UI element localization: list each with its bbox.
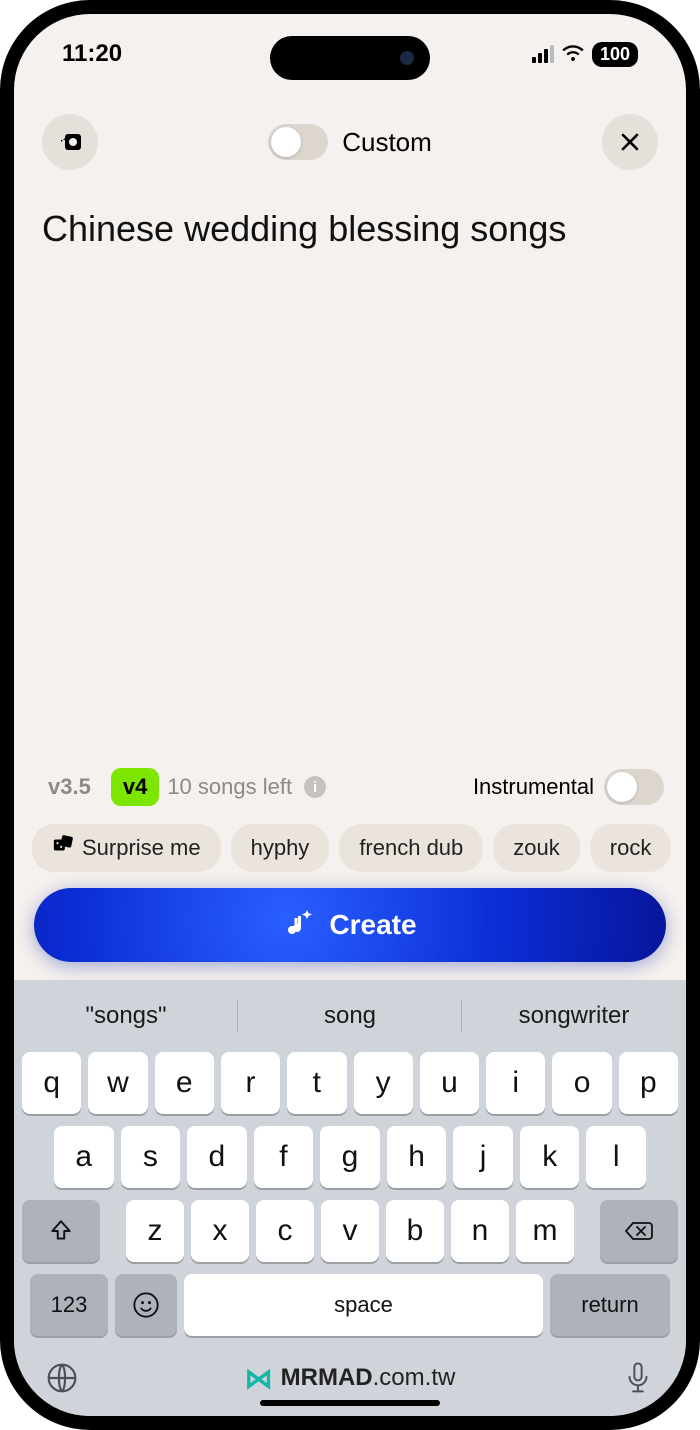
suggestion-2[interactable]: song xyxy=(238,986,462,1046)
options-left: v3.5 v4 10 songs left i xyxy=(36,768,326,806)
create-label: Create xyxy=(329,909,416,941)
key-g[interactable]: g xyxy=(320,1126,380,1188)
key-i[interactable]: i xyxy=(486,1052,545,1114)
custom-toggle[interactable] xyxy=(268,124,328,160)
prompt-area[interactable]: Chinese wedding blessing songs xyxy=(14,190,686,269)
key-o[interactable]: o xyxy=(552,1052,611,1114)
mic-icon[interactable] xyxy=(620,1360,656,1396)
suggestion-3[interactable]: songwriter xyxy=(462,986,686,1046)
custom-toggle-group: Custom xyxy=(268,124,432,160)
watermark-icon: ⋈ xyxy=(245,1362,273,1395)
key-x[interactable]: x xyxy=(191,1200,249,1262)
chip-french-dub[interactable]: french dub xyxy=(339,824,483,872)
songs-left-label: 10 songs left xyxy=(167,774,292,800)
key-p[interactable]: p xyxy=(619,1052,678,1114)
home-indicator xyxy=(260,1400,440,1406)
key-h[interactable]: h xyxy=(387,1126,447,1188)
key-row-2: a s d f g h j k l xyxy=(22,1126,678,1188)
options-row: v3.5 v4 10 songs left i Instrumental xyxy=(14,768,686,818)
key-return[interactable]: return xyxy=(550,1274,670,1336)
chip-label: rock xyxy=(610,835,652,861)
key-v[interactable]: v xyxy=(321,1200,379,1262)
key-t[interactable]: t xyxy=(287,1052,346,1114)
key-row-3: z x c v b n m xyxy=(22,1200,678,1262)
key-d[interactable]: d xyxy=(187,1126,247,1188)
watermark: ⋈ MRMAD.com.tw xyxy=(245,1362,456,1395)
key-a[interactable]: a xyxy=(54,1126,114,1188)
style-chips-row: Surprise me hyphy french dub zouk rock xyxy=(14,818,686,888)
info-icon[interactable]: i xyxy=(304,776,326,798)
key-u[interactable]: u xyxy=(420,1052,479,1114)
instrumental-label: Instrumental xyxy=(473,774,594,800)
key-backspace[interactable] xyxy=(600,1200,678,1262)
signal-icon xyxy=(532,45,554,63)
dynamic-island xyxy=(270,36,430,80)
chip-label: Surprise me xyxy=(82,835,201,861)
key-q[interactable]: q xyxy=(22,1052,81,1114)
key-row-1: q w e r t y u i o p xyxy=(22,1052,678,1114)
key-b[interactable]: b xyxy=(386,1200,444,1262)
keyboard: "songs" song songwriter q w e r t y u i … xyxy=(14,980,686,1416)
key-f[interactable]: f xyxy=(254,1126,314,1188)
music-sparkle-icon xyxy=(283,906,315,945)
version-v35[interactable]: v3.5 xyxy=(36,768,103,806)
create-wrap: Create xyxy=(14,888,686,980)
chip-zouk[interactable]: zouk xyxy=(493,824,579,872)
phone-frame: 11:20 100 Custom xyxy=(0,0,700,1430)
key-s[interactable]: s xyxy=(121,1126,181,1188)
chip-label: french dub xyxy=(359,835,463,861)
globe-icon[interactable] xyxy=(44,1360,80,1396)
key-emoji[interactable] xyxy=(115,1274,177,1336)
key-m[interactable]: m xyxy=(516,1200,574,1262)
battery-badge: 100 xyxy=(592,42,638,67)
close-button[interactable] xyxy=(602,114,658,170)
watermark-brand: MRMAD xyxy=(281,1364,373,1391)
prompt-text: Chinese wedding blessing songs xyxy=(42,206,658,253)
key-y[interactable]: y xyxy=(354,1052,413,1114)
key-c[interactable]: c xyxy=(256,1200,314,1262)
key-e[interactable]: e xyxy=(155,1052,214,1114)
key-shift[interactable] xyxy=(22,1200,100,1262)
key-l[interactable]: l xyxy=(586,1126,646,1188)
spacer xyxy=(14,269,686,768)
suggestion-bar: "songs" song songwriter xyxy=(14,986,686,1046)
screen: 11:20 100 Custom xyxy=(14,14,686,1416)
status-time: 11:20 xyxy=(62,40,122,68)
chip-rock[interactable]: rock xyxy=(590,824,672,872)
dice-icon xyxy=(52,834,74,862)
key-123[interactable]: 123 xyxy=(30,1274,108,1336)
suggestion-1[interactable]: "songs" xyxy=(14,986,238,1046)
chip-hyphy[interactable]: hyphy xyxy=(231,824,330,872)
wifi-icon xyxy=(562,40,584,68)
keyboard-footer: ⋈ MRMAD.com.tw xyxy=(14,1354,686,1416)
key-z[interactable]: z xyxy=(126,1200,184,1262)
key-k[interactable]: k xyxy=(520,1126,580,1188)
camera-back-button[interactable] xyxy=(42,114,98,170)
create-button[interactable]: Create xyxy=(34,888,666,962)
key-rows: q w e r t y u i o p a s d f g h xyxy=(14,1046,686,1354)
watermark-tld: .com.tw xyxy=(373,1364,456,1391)
key-space[interactable]: space xyxy=(184,1274,543,1336)
key-w[interactable]: w xyxy=(88,1052,147,1114)
status-right: 100 xyxy=(532,40,638,68)
key-n[interactable]: n xyxy=(451,1200,509,1262)
key-r[interactable]: r xyxy=(221,1052,280,1114)
chip-label: zouk xyxy=(513,835,559,861)
version-v4[interactable]: v4 xyxy=(111,768,159,806)
instrumental-toggle[interactable] xyxy=(604,769,664,805)
chip-surprise-me[interactable]: Surprise me xyxy=(32,824,221,872)
key-row-bottom: 123 space return xyxy=(22,1274,678,1346)
key-j[interactable]: j xyxy=(453,1126,513,1188)
options-right: Instrumental xyxy=(473,769,664,805)
chip-label: hyphy xyxy=(251,835,310,861)
header-row: Custom xyxy=(14,94,686,190)
custom-label: Custom xyxy=(342,127,432,158)
